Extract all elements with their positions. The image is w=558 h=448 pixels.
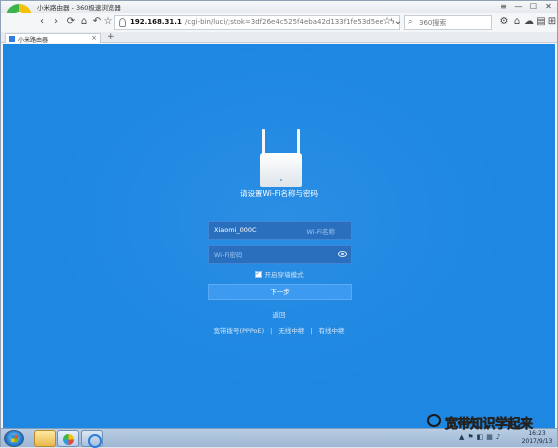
maximize-button[interactable]: ☐: [529, 2, 538, 11]
tab-xiaomi-router[interactable]: 小米路由器 ×: [5, 33, 101, 44]
menu-icon[interactable]: ≡: [499, 2, 508, 11]
search-input[interactable]: [419, 17, 489, 28]
wifi-name-value[interactable]: Xiaomi_000C: [214, 226, 257, 234]
router-favicon-icon: [9, 36, 15, 42]
navigation-bar: ‹ › ⟳ ⌂ ↶ ☆ 192.168.31.1 /cgi-bin/luci/;…: [1, 13, 557, 32]
mode-link-pppoe[interactable]: 宽带拨号(PPPoE): [213, 327, 264, 335]
setup-heading: 请设置Wi-Fi名称与密码: [240, 189, 318, 198]
browser-window: 小米路由器 - 360极速浏览器 ≡ — ☐ ✕ ‹ › ⟳ ⌂ ↶ ☆ 192…: [0, 0, 558, 448]
back-link[interactable]: 返回: [3, 309, 555, 319]
settings-icon[interactable]: ⚙: [498, 16, 510, 28]
router-antenna-left: [262, 129, 265, 155]
search-box[interactable]: ⌕: [404, 15, 492, 30]
watermark-text: 宽带知识学起来: [445, 417, 534, 433]
tray-display-icon[interactable]: ◧: [477, 433, 484, 441]
wifi-password-field[interactable]: [208, 245, 352, 264]
next-step-button[interactable]: 下一步: [208, 284, 352, 300]
watermark: 宽带知识学起来: [425, 411, 557, 433]
dropdown-chevron-icon[interactable]: ⌄: [392, 16, 404, 28]
favorite-star-icon[interactable]: ☆: [102, 16, 114, 28]
start-button[interactable]: [4, 430, 24, 447]
new-tab-button[interactable]: +: [107, 32, 115, 42]
mode-link-wired-relay[interactable]: 有线中继: [319, 327, 345, 335]
tab-bar: 小米路由器 × +: [1, 32, 557, 44]
cloud-sync-icon[interactable]: ☁: [523, 16, 535, 28]
app-taskbar-icon[interactable]: [81, 430, 103, 448]
connection-mode-links: 宽带拨号(PPPoE) | 无线中继 | 有线中继: [3, 325, 555, 335]
file-explorer-taskbar-icon[interactable]: [34, 430, 56, 447]
tray-network-icon[interactable]: ▦: [486, 433, 493, 441]
wifi-password-input[interactable]: [214, 249, 324, 261]
router-led: [280, 179, 282, 181]
window-controls: ≡ — ☐ ✕: [499, 2, 553, 11]
home-icon[interactable]: ⌂: [78, 16, 90, 28]
window-title: 小米路由器 - 360极速浏览器: [37, 4, 121, 12]
wall-penetration-label: 开启穿墙模式: [264, 271, 304, 279]
tab-close-icon[interactable]: ×: [91, 34, 97, 42]
address-bar[interactable]: 192.168.31.1 /cgi-bin/luci/;stok=3df26e4…: [114, 15, 400, 30]
wall-penetration-option[interactable]: 开启穿墙模式: [3, 269, 555, 279]
back-icon[interactable]: ‹: [36, 16, 48, 28]
minimize-button[interactable]: —: [514, 2, 523, 11]
home-page-icon[interactable]: ⌂: [511, 16, 523, 28]
title-bar: 小米路由器 - 360极速浏览器 ≡ — ☐ ✕: [1, 1, 557, 13]
router-body: [260, 153, 302, 187]
router-antenna-right: [297, 129, 300, 155]
tray-expand-icon[interactable]: ▲: [459, 433, 464, 441]
wall-penetration-checkbox[interactable]: [254, 270, 262, 278]
wechat-logo-icon: [427, 414, 441, 427]
router-setup-page: 请设置Wi-Fi名称与密码 Xiaomi_000C Wi-Fi名称 开启穿墙模式…: [3, 44, 555, 428]
wifi-name-hint: Wi-Fi名称: [306, 228, 335, 236]
tray-flag-icon[interactable]: ⚑: [467, 433, 473, 441]
clock-date: 2017/9/13: [521, 438, 553, 445]
address-path: /cgi-bin/luci/;stok=3df26e4c525f4eba42d1…: [185, 18, 383, 26]
mode-separator: |: [270, 327, 273, 335]
router-illustration: [260, 129, 302, 189]
tab-label: 小米路由器: [18, 37, 49, 44]
mode-separator: |: [310, 327, 313, 335]
mode-link-wireless-relay[interactable]: 无线中继: [278, 327, 304, 335]
tray-volume-icon[interactable]: ♪: [496, 433, 500, 441]
forward-icon[interactable]: ›: [50, 16, 62, 28]
system-tray: ▲ ⚑ ◧ ▦ ♪: [459, 433, 500, 441]
refresh-icon[interactable]: ⟳: [65, 16, 77, 28]
address-host: 192.168.31.1: [130, 18, 182, 26]
wifi-name-field[interactable]: Xiaomi_000C Wi-Fi名称: [208, 221, 352, 240]
close-window-button[interactable]: ✕: [544, 2, 553, 11]
apps-grid-icon[interactable]: ⊞: [546, 16, 558, 28]
page-info-icon[interactable]: [119, 18, 126, 27]
browser-taskbar-icon[interactable]: [57, 430, 79, 447]
search-icon: ⌕: [408, 17, 413, 26]
show-password-eye-icon[interactable]: [338, 251, 347, 257]
